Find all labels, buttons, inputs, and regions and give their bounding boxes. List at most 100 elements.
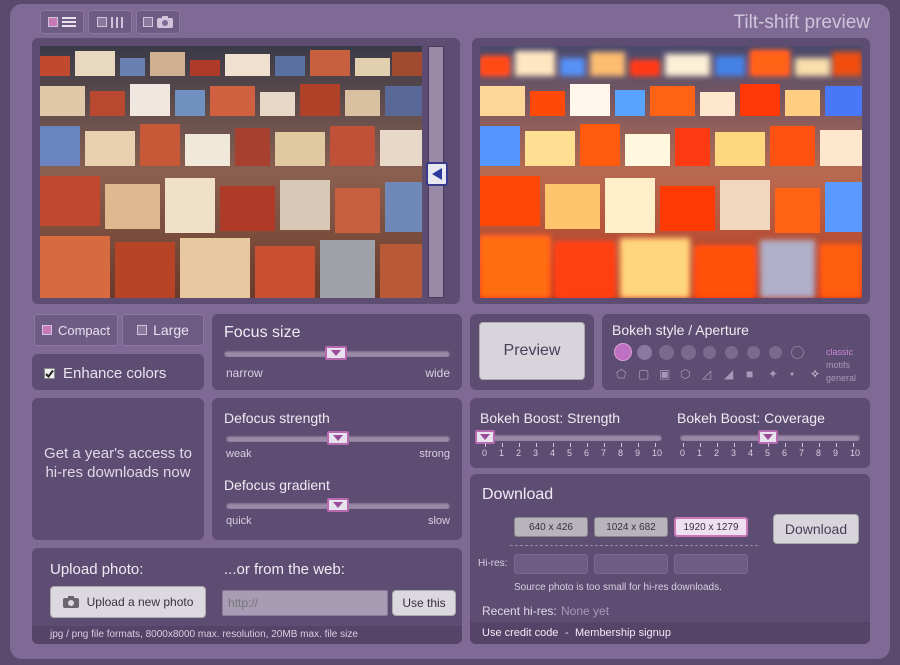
tick-label: 3 [533, 448, 539, 458]
aperture-option[interactable] [747, 346, 760, 359]
columns-icon [111, 16, 123, 28]
defocus-strength-title: Defocus strength [224, 410, 330, 426]
tick-label: 4 [550, 448, 556, 458]
original-photo-panel [32, 38, 460, 304]
camera-icon [62, 596, 79, 608]
defocus-panel: Defocus strength weak strong Defocus gra… [212, 398, 462, 540]
size-option-640[interactable]: 640 x 426 [514, 517, 588, 537]
tab-list-view[interactable] [40, 10, 84, 34]
tick-mark [553, 443, 554, 447]
footer-separator: - [565, 627, 569, 639]
upload-panel: Upload photo: ...or from the web: Upload… [32, 548, 462, 644]
aperture-option[interactable] [681, 345, 696, 360]
bokeh-category-motifs[interactable]: motifs [826, 360, 850, 370]
tick-mark [604, 443, 605, 447]
tick-mark [768, 443, 769, 447]
tab-camera-view[interactable] [136, 10, 180, 34]
tick-label: 10 [850, 448, 861, 458]
compact-layout-toggle[interactable]: Compact [34, 314, 118, 346]
tick-mark [853, 443, 854, 447]
tick-mark [700, 443, 701, 447]
bokeh-shape-pentagon-icon[interactable]: ⬠ [616, 367, 626, 381]
focus-size-knob[interactable] [325, 346, 347, 360]
tick-label: 6 [782, 448, 788, 458]
tick-mark [785, 443, 786, 447]
download-footer: Use credit code - Membership signup [470, 622, 870, 644]
tick-label: 2 [516, 448, 522, 458]
size-option-1024[interactable]: 1024 x 682 [594, 517, 668, 537]
bokeh-shape-square-icon[interactable]: ▣ [659, 367, 670, 381]
hires-option-disabled [674, 554, 748, 574]
aperture-option[interactable] [769, 346, 782, 359]
recent-hires-label: Recent hi-res: [482, 604, 557, 618]
aperture-option[interactable] [703, 346, 716, 359]
upload-photo-label: Upload a new photo [86, 595, 194, 609]
tick-label: 1 [499, 448, 505, 458]
focus-size-min-label: narrow [226, 366, 263, 380]
use-url-button[interactable]: Use this [392, 590, 456, 616]
bokeh-style-panel: Bokeh style / Aperture ⬠ ▢ ▣ ⬡ ◿ ◢ ■ ✦ •… [602, 314, 870, 390]
tick-mark [836, 443, 837, 447]
upload-photo-button[interactable]: Upload a new photo [50, 586, 206, 618]
bokeh-shape-triangle-icon[interactable]: ◿ [702, 367, 711, 381]
size-option-1920[interactable]: 1920 x 1279 [674, 517, 748, 537]
bokeh-shape-dot-icon[interactable]: • [790, 367, 794, 381]
bokeh-shape-triangle-icon[interactable]: ◢ [724, 367, 733, 381]
bokeh-boost-coverage-knob[interactable] [758, 430, 778, 444]
arrow-left-icon [432, 168, 442, 180]
aperture-option[interactable] [791, 346, 804, 359]
tick-mark [587, 443, 588, 447]
preview-button[interactable]: Preview [479, 322, 585, 380]
bokeh-category-classic[interactable]: classic [826, 347, 853, 357]
aperture-option-selected[interactable] [614, 343, 632, 361]
membership-signup-link[interactable]: Membership signup [575, 627, 671, 639]
bokeh-shape-sparkle-icon[interactable]: ✧ [810, 367, 820, 381]
app-title: Tilt-shift preview [733, 12, 870, 33]
camera-icon [157, 16, 173, 28]
upload-footer: jpg / png file formats, 8000x8000 max. r… [32, 626, 462, 644]
aperture-option[interactable] [659, 345, 674, 360]
tick-label: 7 [799, 448, 805, 458]
preview-photo-panel [472, 38, 870, 304]
large-label: Large [153, 322, 189, 338]
recent-hires-value: None yet [561, 604, 610, 618]
large-layout-toggle[interactable]: Large [122, 314, 204, 346]
bokeh-boost-strength-knob[interactable] [475, 430, 495, 444]
compact-label: Compact [57, 322, 111, 338]
bokeh-shape-star-icon[interactable]: ✦ [768, 367, 778, 381]
tick-mark [536, 443, 537, 447]
defocus-strength-max-label: strong [419, 448, 450, 460]
tick-mark [734, 443, 735, 447]
defocus-strength-knob[interactable] [327, 431, 349, 445]
aperture-option[interactable] [637, 345, 652, 360]
tick-label: 5 [567, 448, 573, 458]
download-button[interactable]: Download [773, 514, 859, 544]
tick-mark [802, 443, 803, 447]
check-icon [45, 369, 54, 378]
tab-columns-view[interactable] [88, 10, 132, 34]
tick-label: 5 [765, 448, 771, 458]
tick-mark [751, 443, 752, 447]
bokeh-shape-diamond-icon[interactable]: ⬡ [680, 367, 690, 381]
bokeh-shape-square-icon[interactable]: ■ [746, 367, 753, 381]
photo-url-input[interactable] [222, 590, 388, 616]
credit-code-link[interactable]: Use credit code [482, 627, 558, 639]
bokeh-shape-square-icon[interactable]: ▢ [638, 367, 649, 381]
aperture-option[interactable] [725, 346, 738, 359]
original-photo [40, 46, 422, 298]
tick-label: 8 [816, 448, 822, 458]
tick-mark [621, 443, 622, 447]
focus-position-handle[interactable] [426, 162, 448, 186]
preview-photo [480, 46, 862, 298]
hires-note: Source photo is too small for hi-res dow… [514, 582, 722, 593]
bokeh-boost-strength-track[interactable] [482, 434, 662, 441]
tab-checkbox [48, 17, 58, 27]
promo-panel[interactable]: Get a year's access to hi-res downloads … [32, 398, 204, 540]
tick-mark [655, 443, 656, 447]
tick-mark [717, 443, 718, 447]
promo-text[interactable]: Get a year's access to hi-res downloads … [42, 444, 194, 482]
bokeh-category-general[interactable]: general [826, 373, 856, 383]
defocus-gradient-knob[interactable] [327, 498, 349, 512]
defocus-gradient-max-label: slow [427, 515, 450, 527]
enhance-colors-checkbox[interactable]: Enhance colors [44, 365, 166, 382]
